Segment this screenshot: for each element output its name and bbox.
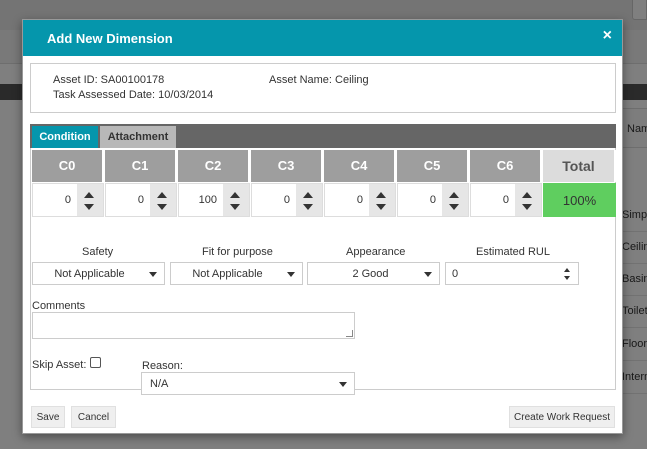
c2-stepper[interactable]: 100 (178, 183, 250, 217)
c0-value[interactable]: 0 (65, 194, 71, 206)
appearance-select[interactable]: 2 Good (307, 262, 440, 285)
modal-title: Add New Dimension (47, 31, 173, 46)
c6-stepper[interactable]: 0 (470, 183, 542, 217)
stepper-arrows[interactable] (515, 184, 541, 216)
stepper-arrows[interactable] (442, 184, 468, 216)
c5-value[interactable]: 0 (430, 194, 436, 206)
arrow-down-icon[interactable] (376, 204, 386, 210)
comments-textarea[interactable] (32, 312, 355, 339)
arrow-down-icon[interactable] (522, 204, 532, 210)
grid-header-c0: C0 (32, 150, 104, 182)
task-assessed-date: Task Assessed Date: 10/03/2014 (53, 89, 214, 101)
grid-header-c1: C1 (105, 150, 177, 182)
c6-value[interactable]: 0 (503, 194, 509, 206)
estimated-rul-input[interactable]: 0 (445, 262, 579, 285)
arrow-up-icon[interactable] (376, 192, 386, 198)
caret-down-icon (424, 272, 432, 277)
fit-for-purpose-value: Not Applicable (192, 268, 263, 280)
stepper-arrows[interactable] (296, 184, 322, 216)
arrow-up-icon[interactable] (157, 192, 167, 198)
tab-attachment[interactable]: Attachment (100, 126, 176, 148)
estimated-rul-value[interactable]: 0 (452, 268, 458, 280)
c2-value[interactable]: 100 (199, 194, 217, 206)
fit-for-purpose-label: Fit for purpose (202, 246, 273, 258)
grid-header-total: Total (543, 150, 616, 182)
safety-select[interactable]: Not Applicable (32, 262, 165, 285)
arrow-up-icon[interactable] (303, 192, 313, 198)
grid-header-c2: C2 (178, 150, 250, 182)
reason-select[interactable]: N/A (141, 372, 355, 395)
c4-value[interactable]: 0 (357, 194, 363, 206)
arrow-down-icon[interactable] (449, 204, 459, 210)
condition-panel: C0 C1 C2 C3 C4 C5 C6 Total 0 0 100 0 0 0… (30, 148, 616, 395)
grid-header-c4: C4 (324, 150, 396, 182)
arrow-down-icon[interactable] (157, 204, 167, 210)
arrow-down-icon[interactable] (230, 204, 240, 210)
cancel-button[interactable]: Cancel (71, 406, 116, 428)
grid-header-c5: C5 (397, 150, 469, 182)
arrow-up-icon[interactable] (84, 192, 94, 198)
c4-stepper[interactable]: 0 (324, 183, 396, 217)
arrow-up-icon[interactable] (449, 192, 459, 198)
arrow-up-icon[interactable] (230, 192, 240, 198)
caret-down-icon (339, 382, 347, 387)
reason-value: N/A (150, 378, 169, 390)
estimated-rul-label: Estimated RUL (476, 246, 550, 258)
fit-for-purpose-select[interactable]: Not Applicable (170, 262, 303, 285)
close-icon[interactable]: × (603, 28, 612, 44)
tab-condition[interactable]: Condition (32, 126, 98, 148)
arrow-down-icon[interactable] (564, 276, 570, 280)
arrow-down-icon[interactable] (303, 204, 313, 210)
arrow-down-icon[interactable] (84, 204, 94, 210)
caret-down-icon (149, 272, 157, 277)
grid-header-c3: C3 (251, 150, 323, 182)
total-value: 100% (543, 183, 616, 217)
c3-stepper[interactable]: 0 (251, 183, 323, 217)
appearance-label: Appearance (346, 246, 406, 258)
arrow-up-icon[interactable] (522, 192, 532, 198)
stepper-arrows[interactable] (77, 184, 103, 216)
skip-asset-label: Skip Asset: (32, 359, 87, 371)
stepper-arrows[interactable] (223, 184, 249, 216)
resize-handle-icon[interactable] (346, 330, 353, 337)
tab-bar: Condition Attachment (30, 124, 616, 148)
safety-label: Safety (82, 246, 114, 258)
grid-header-c6: C6 (470, 150, 542, 182)
c5-stepper[interactable]: 0 (397, 183, 469, 217)
stepper-arrows[interactable] (150, 184, 176, 216)
save-button[interactable]: Save (31, 406, 65, 428)
c1-stepper[interactable]: 0 (105, 183, 177, 217)
caret-down-icon (287, 272, 295, 277)
modal-header: Add New Dimension × (23, 20, 622, 56)
safety-value: Not Applicable (54, 268, 125, 280)
asset-info-box: Asset ID: SA00100178 Asset Name: Ceiling… (30, 63, 616, 113)
comments-label: Comments (32, 300, 86, 312)
c1-value[interactable]: 0 (138, 194, 144, 206)
create-work-request-button[interactable]: Create Work Request (509, 406, 615, 428)
c3-value[interactable]: 0 (284, 194, 290, 206)
asset-name: Asset Name: Ceiling (269, 74, 369, 86)
stepper-arrows[interactable] (369, 184, 395, 216)
asset-id: Asset ID: SA00100178 (53, 74, 165, 86)
add-dimension-modal: Add New Dimension × Asset ID: SA00100178… (22, 19, 623, 434)
reason-label: Reason: (142, 360, 183, 372)
skip-asset-checkbox[interactable] (90, 357, 101, 368)
appearance-value: 2 Good (352, 268, 389, 280)
c0-stepper[interactable]: 0 (32, 183, 104, 217)
arrow-up-icon[interactable] (564, 268, 570, 272)
